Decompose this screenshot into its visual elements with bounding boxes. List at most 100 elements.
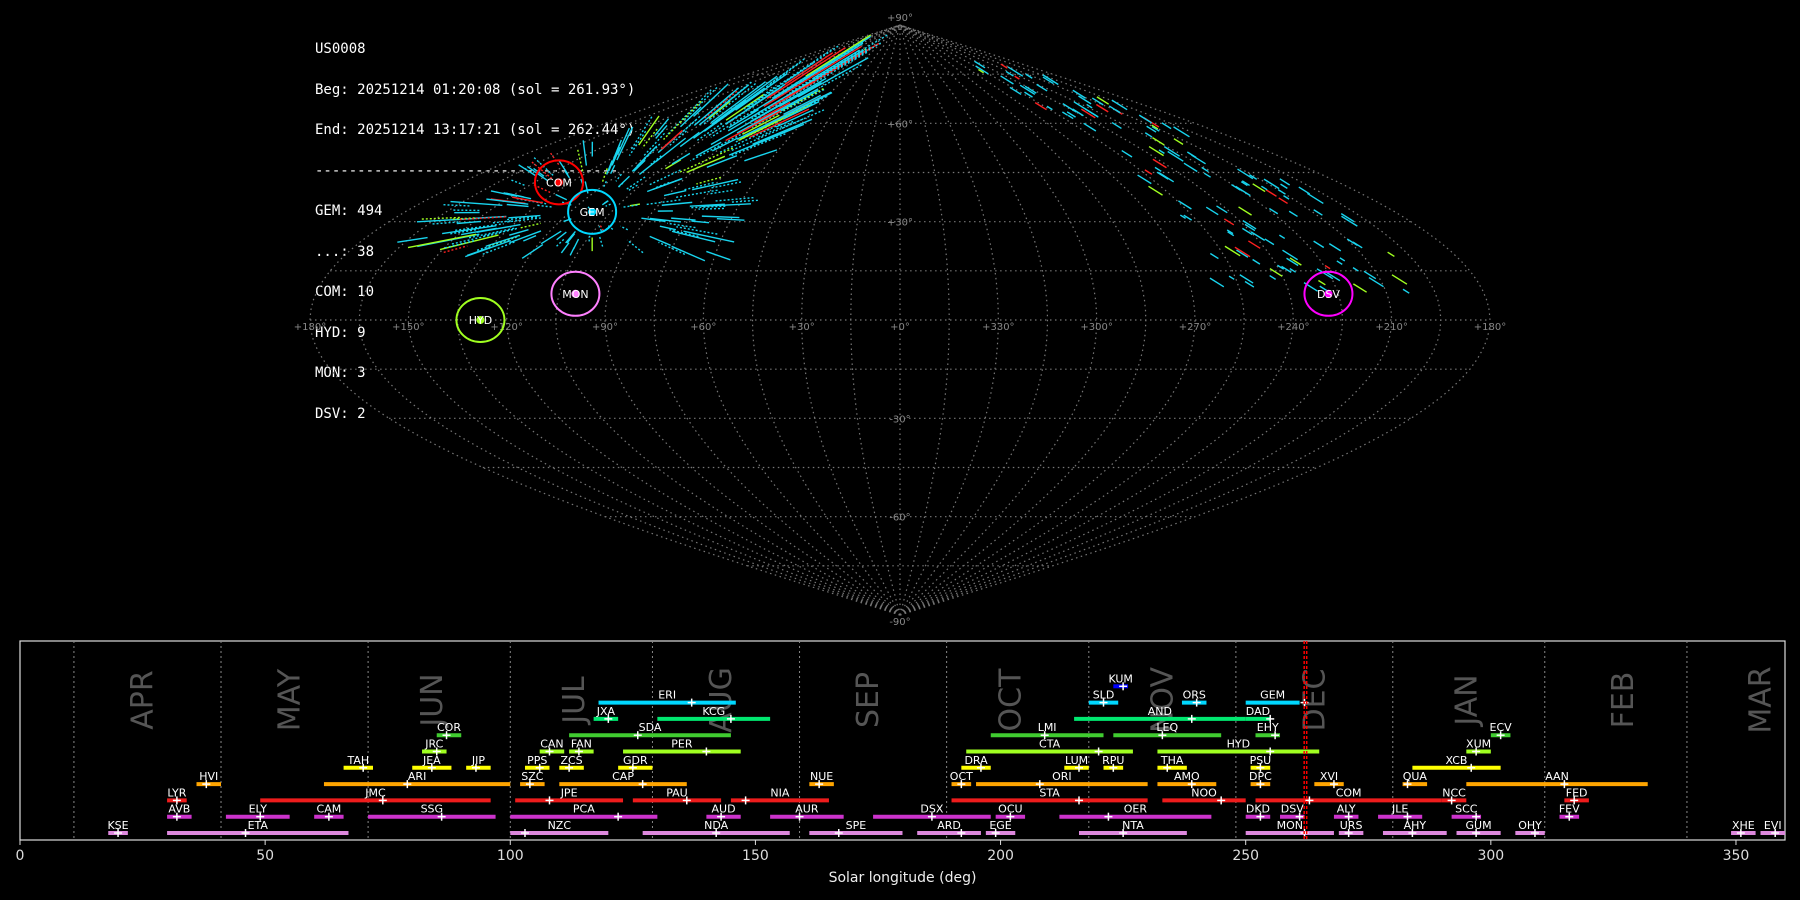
shower-label: OHY — [1518, 819, 1542, 832]
shower-label: LUM — [1065, 754, 1088, 767]
month-label-jul: JUL — [557, 676, 592, 726]
shower-label: GEM — [1260, 689, 1285, 702]
longitude-label: +330° — [982, 322, 1014, 333]
meteor-trail — [975, 65, 989, 75]
shower-label: SDA — [639, 721, 662, 734]
shower-label: JEA — [422, 754, 441, 767]
shower-xum: XUM — [1466, 738, 1491, 756]
meteor-trail — [744, 149, 778, 162]
shower-fan: FAN — [569, 738, 594, 756]
meteor-trail — [1336, 260, 1343, 265]
shower-label: ETA — [248, 819, 269, 832]
shower-label: COR — [437, 721, 461, 734]
shower-szc: SZC — [520, 770, 545, 789]
meteor-trail — [633, 159, 646, 172]
shower-label: PSU — [1250, 754, 1272, 767]
shower-label: JXA — [596, 705, 616, 718]
meteor-trail — [1250, 231, 1266, 241]
longitude-label: +30° — [789, 322, 815, 333]
shower-label: NDA — [704, 819, 729, 832]
meteor-trail — [1277, 189, 1286, 195]
meteor-trail — [628, 130, 647, 157]
shower-label: ARI — [408, 770, 426, 783]
meteor-trail — [1279, 234, 1286, 240]
longitude-label: +120° — [490, 322, 522, 333]
shower-label: QUA — [1403, 770, 1428, 783]
meteor-trail — [443, 204, 471, 207]
meteor-trail — [407, 233, 477, 249]
shower-cam: CAM — [314, 803, 344, 821]
month-label-jan: JAN — [1449, 674, 1484, 727]
meteor-trail — [1328, 243, 1342, 252]
meteor-trail — [667, 222, 696, 229]
meteor-trail — [1209, 277, 1225, 288]
meteor-trail — [1203, 172, 1211, 178]
longitude-label: +180° — [1474, 322, 1506, 333]
meteor-trail — [1241, 227, 1253, 236]
shower-lyr: LYR — [167, 786, 187, 805]
month-label-feb: FEB — [1606, 672, 1641, 729]
shower-label: SLD — [1093, 689, 1115, 702]
meteor-trail — [432, 221, 461, 225]
meteor-trail — [686, 155, 726, 173]
shower-dsv: DSV — [1280, 803, 1305, 821]
shower-label: CAP — [612, 770, 634, 783]
shower-label: OER — [1124, 803, 1148, 816]
meridian-line — [899, 24, 1245, 616]
longitude-label: +240° — [1277, 322, 1309, 333]
meteor-trail — [654, 181, 670, 189]
x-tick-label: 50 — [256, 848, 274, 864]
meteor-trail — [1156, 171, 1169, 180]
meteor-trail — [1096, 96, 1110, 105]
meteor-trail — [617, 175, 630, 188]
shower-label: HVI — [199, 770, 218, 783]
meteor-trail — [1095, 103, 1109, 113]
shower-label: HYD — [1227, 738, 1250, 751]
shower-zcs: ZCS — [559, 754, 584, 772]
meteor-trail — [450, 200, 503, 207]
meteor-trail — [1313, 240, 1325, 249]
shower-jrc: JRC — [422, 738, 447, 756]
shower-label: GUM — [1466, 819, 1492, 832]
shower-label: DKD — [1246, 803, 1270, 816]
shower-label: XVI — [1320, 770, 1338, 783]
meteor-trail — [701, 215, 740, 219]
shower-ohy: OHY — [1515, 819, 1545, 837]
shower-ecv: ECV — [1490, 721, 1512, 740]
meteor-trail — [1216, 205, 1228, 214]
shower-label: DSX — [920, 803, 943, 816]
shower-label: GDR — [623, 754, 648, 767]
shower-label: MON — [1277, 819, 1303, 832]
meteor-trail — [1238, 206, 1252, 216]
meteor-trail — [443, 245, 468, 254]
shower-label: DSV — [1281, 803, 1304, 816]
meteor-trail — [661, 201, 693, 206]
meteor-trail — [1387, 251, 1395, 258]
meteor-trail — [611, 148, 619, 164]
shower-psu: PSU — [1250, 754, 1272, 772]
meteor-trail — [659, 225, 677, 231]
meteor-trail — [671, 245, 706, 262]
meteor-trail — [703, 90, 738, 120]
meteor-trail — [509, 229, 529, 236]
meteor-trail — [1264, 238, 1275, 246]
shower-pps: PPS — [524, 754, 550, 772]
shower-urs: URS — [1338, 819, 1364, 837]
meteor-trail — [805, 34, 872, 77]
meteor-trail — [1121, 149, 1133, 158]
shower-kse: KSE — [107, 819, 129, 837]
meteor-trail — [691, 220, 710, 224]
shower-label: AUD — [712, 803, 736, 816]
shower-label: EVI — [1764, 819, 1782, 832]
shower-label: XHE — [1732, 819, 1755, 832]
meteor-trail — [521, 244, 544, 259]
shower-label: AAN — [1545, 770, 1569, 783]
shower-label: SZC — [521, 770, 544, 783]
meteor-trail — [1178, 200, 1192, 210]
meteor-trail — [1223, 218, 1235, 226]
meteor-trail — [1000, 75, 1014, 85]
shower-label: NUE — [810, 770, 833, 783]
month-label-dec: DEC — [1297, 668, 1332, 731]
shower-label: TAH — [346, 754, 369, 767]
x-tick-label: 300 — [1477, 848, 1504, 864]
